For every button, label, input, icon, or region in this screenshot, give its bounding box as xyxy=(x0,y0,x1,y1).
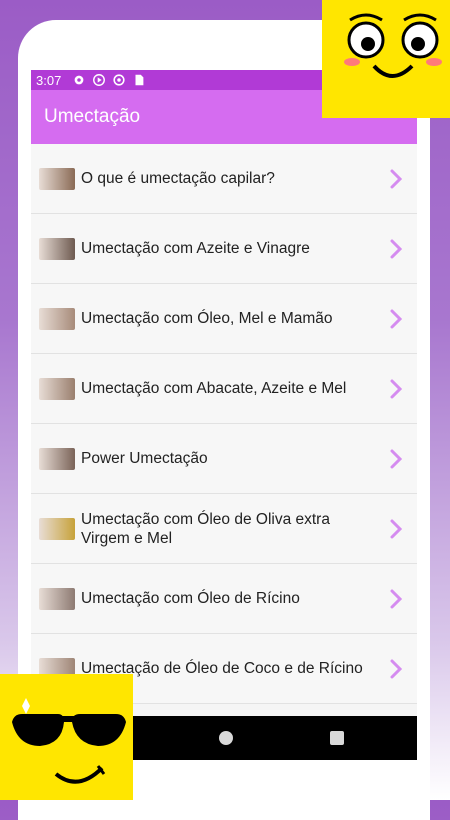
list-item-label: Power Umectação xyxy=(81,450,208,467)
chevron-right-icon xyxy=(390,519,403,538)
cool-sunglasses-face-sticker xyxy=(0,674,133,800)
sync-icon xyxy=(113,74,125,86)
play-store-icon xyxy=(93,74,106,86)
list-item-label: Umectação com Óleo, Mel e Mamão xyxy=(81,310,333,327)
thumbnail-image xyxy=(39,307,75,330)
chevron-right-icon xyxy=(390,589,403,608)
list-item[interactable]: Umectação com Óleo de Rícino xyxy=(31,564,417,634)
chevron-right-icon xyxy=(390,169,403,188)
list-item-label: Umectação com Abacate, Azeite e Mel xyxy=(81,380,347,397)
list-item[interactable]: Umectação com Azeite e Vinagre xyxy=(31,214,417,284)
list-item[interactable]: Umectação com Óleo, Mel e Mamão xyxy=(31,284,417,354)
thumbnail-image xyxy=(39,167,75,190)
recents-button[interactable] xyxy=(330,731,344,745)
thumbnail-image xyxy=(39,237,75,260)
status-time: 3:07 xyxy=(36,72,62,88)
list-item-label: O que é umectação capilar? xyxy=(81,170,275,187)
chevron-right-icon xyxy=(390,239,403,258)
chevron-right-icon xyxy=(390,379,403,398)
chevron-right-icon xyxy=(390,449,403,468)
list-item[interactable]: Power Umectação xyxy=(31,424,417,494)
list-item-label: Umectação com Azeite e Vinagre xyxy=(81,240,310,257)
topic-list: O que é umectação capilar? Umectação com … xyxy=(31,144,417,704)
thumbnail-image xyxy=(39,447,75,470)
app-screen: 3:07 Umectação O que é umectação capilar… xyxy=(31,70,417,760)
list-item[interactable]: Umectação com Óleo de Oliva extra Virgem… xyxy=(31,494,417,564)
smiley-face-sticker xyxy=(322,0,450,118)
list-item[interactable]: O que é umectação capilar? xyxy=(31,144,417,214)
chevron-right-icon xyxy=(390,309,403,328)
sd-card-icon xyxy=(135,74,144,86)
thumbnail-image xyxy=(39,377,75,400)
thumbnail-image xyxy=(39,517,75,540)
list-item[interactable]: Umectação com Abacate, Azeite e Mel xyxy=(31,354,417,424)
gear-icon xyxy=(74,75,84,85)
list-item-label: Umectação com Óleo de Oliva extra Virgem… xyxy=(81,510,330,547)
thumbnail-image xyxy=(39,587,75,610)
chevron-right-icon xyxy=(390,659,403,678)
list-item-label: Umectação com Óleo de Rícino xyxy=(81,590,300,607)
home-button[interactable] xyxy=(219,731,233,745)
app-title: Umectação xyxy=(44,106,141,127)
